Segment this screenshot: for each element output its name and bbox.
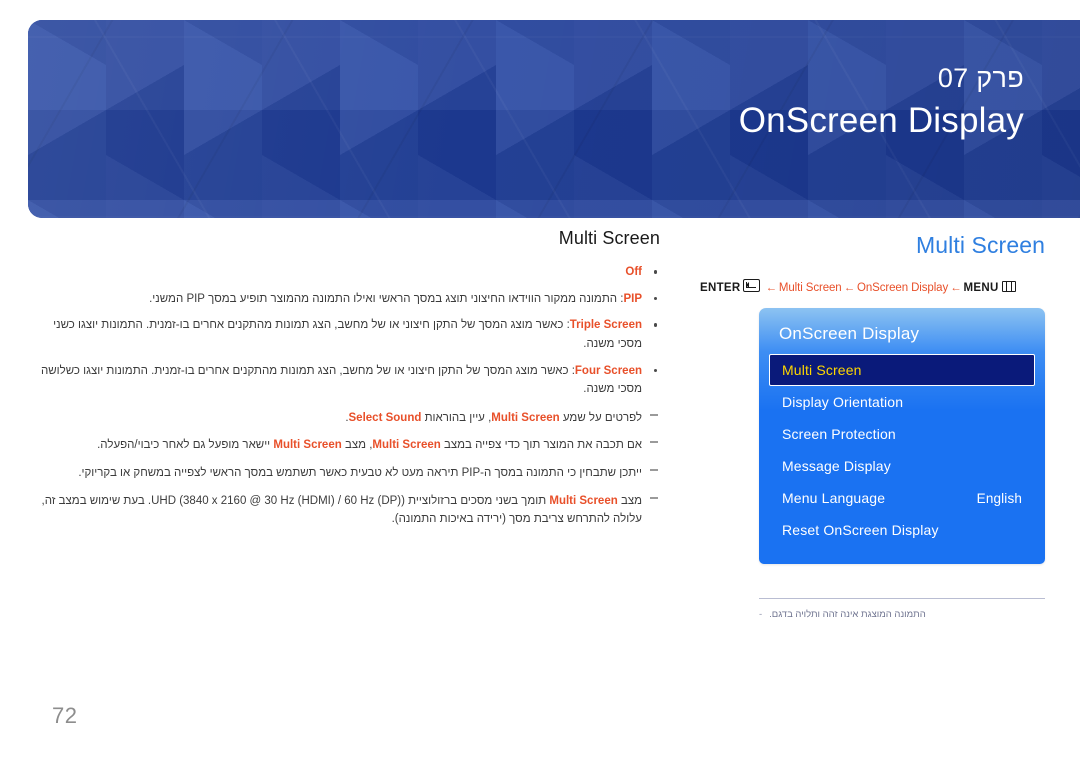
note-item: מצב Multi Screen תומך בשני מסכים ברזולוצ… (40, 492, 660, 529)
breadcrumb-multi-screen: Multi Screen (778, 282, 842, 294)
panel-footnote: התמונה המוצגת אינה זהה ותלויה בדגם. - (759, 598, 1045, 622)
keyword: Multi Screen (372, 439, 441, 452)
list-item: PIP: התמונה ממקור הווידאו החיצוני תוצג ב… (40, 290, 660, 309)
note-text: לפרטים על שמע (559, 411, 642, 424)
option-description: : כאשר מוצג המסך של התקן חיצוני או של מח… (53, 319, 642, 350)
note-text: אם תכבה את המוצר תוך כדי צפייה במצב (440, 439, 642, 452)
note-text: , מצב (341, 439, 373, 452)
option-description: : התמונה ממקור הווידאו החיצוני תוצג במסך… (149, 292, 624, 305)
list-item: Triple Screen: כאשר מוצג המסך של התקן חי… (40, 316, 660, 353)
osd-menu-item-screen-protection[interactable]: Screen Protection (769, 418, 1035, 450)
osd-item-label: Reset OnScreen Display (782, 522, 939, 538)
osd-menu-item-reset-onscreen-display[interactable]: Reset OnScreen Display (769, 514, 1035, 546)
note-item: ייתכן שתבחין כי התמונה במסך ה-PIP תיראה … (40, 464, 660, 483)
keyword: Multi Screen (273, 439, 342, 452)
note-text: מצב (617, 494, 642, 507)
banner-text-group: פרק 07 OnScreen Display (739, 62, 1024, 142)
osd-item-label: Menu Language (782, 490, 886, 506)
note-text: יישאר מופעל גם לאחר כיבוי/הפעלה. (97, 439, 274, 452)
path-arrow-1: ← (765, 282, 777, 294)
chapter-title: OnScreen Display (738, 101, 1024, 141)
osd-menu-item-multi-screen[interactable]: Multi Screen (769, 354, 1035, 386)
menu-icon (1001, 281, 1016, 292)
keyword: Multi Screen (491, 411, 560, 424)
enter-label: ENTER (700, 282, 741, 294)
list-item: Four Screen: כאשר מוצג המסך של התקן חיצו… (40, 362, 660, 399)
page-content: Multi Screen ENTER ← Multi Screen ← OnScreen… (0, 218, 1080, 763)
menu-navigation-path: ENTER ← Multi Screen ← OnScreen Display ← MENU (700, 279, 1045, 294)
footnote-text: התמונה המוצגת אינה זהה ותלויה בדגם. (769, 609, 926, 620)
keyword: Select Sound (348, 411, 422, 424)
section-title-left: Multi Screen (558, 228, 660, 248)
osd-panel-title: OnScreen Display (779, 324, 920, 343)
osd-illustration-column: Multi Screen ENTER ← Multi Screen ← OnScreen… (700, 232, 1045, 622)
osd-item-label: Message Display (782, 458, 891, 474)
option-term: Triple Screen (569, 319, 642, 332)
note-item: לפרטים על שמע Multi Screen, עיין בהוראות… (40, 409, 660, 428)
osd-item-label: Screen Protection (782, 426, 896, 442)
osd-menu-item-menu-language[interactable]: Menu Language English (769, 482, 1035, 514)
chapter-label: פרק 07 (937, 63, 1024, 93)
body-copy-column: Multi Screen Off PIP: התמונה ממקור הוויד… (40, 228, 660, 538)
option-term: Four Screen (574, 364, 642, 377)
osd-menu-panel: OnScreen Display Multi Screen Display Or… (759, 308, 1045, 564)
page-number: 72 (52, 703, 78, 728)
path-arrow-2: ← (843, 282, 856, 294)
note-text: , עיין בהוראות (421, 411, 492, 424)
footnote-row: התמונה המוצגת אינה זהה ותלויה בדגם. - (759, 608, 1045, 622)
osd-menu-list: Multi Screen Display Orientation Screen … (759, 354, 1045, 546)
keyword: Multi Screen (549, 494, 618, 507)
menu-label: MENU (963, 282, 999, 294)
chapter-banner: פרק 07 OnScreen Display (28, 20, 1080, 218)
note-item: אם תכבה את המוצר תוך כדי צפייה במצב Mult… (40, 436, 660, 455)
footnote-dash: - (759, 609, 763, 620)
osd-item-value: English (976, 490, 1022, 506)
path-arrow-3: ← (950, 282, 962, 294)
enter-icon (743, 279, 761, 292)
option-term: Off (625, 266, 642, 278)
breadcrumb-onscreen-display: OnScreen Display (857, 282, 949, 294)
option-description: : כאשר מוצג המסך של התקן חיצוני או של מח… (40, 364, 642, 396)
option-term: PIP (623, 292, 642, 305)
footnote-divider (759, 598, 1045, 599)
osd-menu-item-display-orientation[interactable]: Display Orientation (769, 386, 1035, 418)
section-title-right: Multi Screen (915, 232, 1045, 258)
list-item: Off (40, 263, 660, 282)
note-text: ייתכן שתבחין כי התמונה במסך ה-PIP תיראה … (78, 467, 642, 479)
multi-screen-options-list: Off PIP: התמונה ממקור הווידאו החיצוני תו… (40, 263, 660, 399)
osd-item-label: Display Orientation (782, 394, 904, 410)
notes-list: לפרטים על שמע Multi Screen, עיין בהוראות… (40, 409, 660, 529)
osd-item-label: Multi Screen (782, 362, 862, 378)
osd-menu-item-message-display[interactable]: Message Display (769, 450, 1035, 482)
